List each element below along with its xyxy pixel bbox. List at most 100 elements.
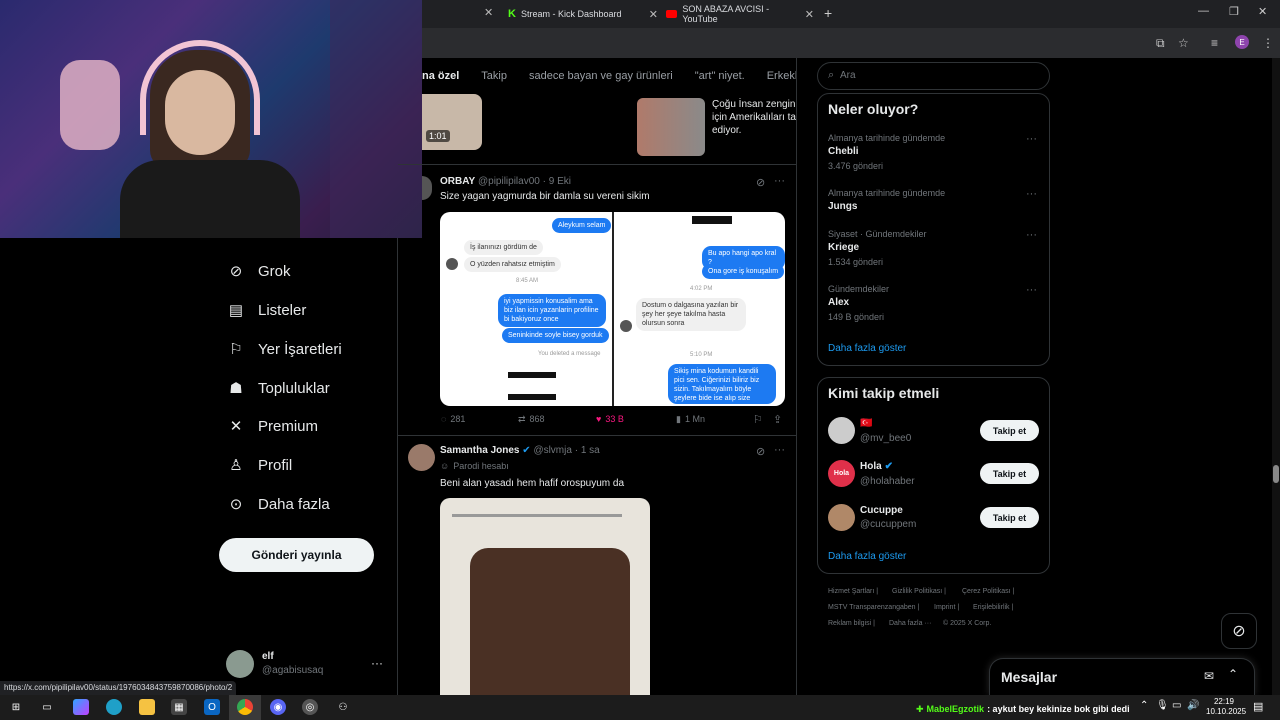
- more-icon[interactable]: ···: [774, 175, 785, 187]
- tab-takip[interactable]: Takip: [481, 70, 507, 82]
- discord-icon[interactable]: ◉: [270, 699, 286, 715]
- footer-link[interactable]: Çerez Politikası |: [962, 588, 1014, 595]
- star-icon[interactable]: ☆: [1178, 36, 1189, 50]
- reply-button[interactable]: ◌ 281: [441, 414, 465, 424]
- grok-icon[interactable]: ⊘: [756, 445, 765, 458]
- avatar[interactable]: [828, 504, 855, 531]
- task-view-icon[interactable]: ▭: [39, 699, 55, 715]
- tab-products[interactable]: sadece bayan ve gay ürünleri: [529, 70, 673, 82]
- tab-kick[interactable]: K Stream - Kick Dashboard ✕: [508, 2, 658, 26]
- avatar[interactable]: [828, 417, 855, 444]
- tab-youtube[interactable]: SON ABAZA AVCISI - YouTube ✕: [666, 2, 814, 26]
- sidebar-item-bookmarks[interactable]: ⚐ Yer İşaretleri: [228, 338, 341, 360]
- suggest-name-row[interactable]: Hola ✔: [860, 461, 893, 472]
- repost-button[interactable]: ⇄ 868: [518, 414, 545, 425]
- avatar[interactable]: Hola: [828, 460, 855, 487]
- messages-drawer[interactable]: Mesajlar ✉ ⌃: [989, 658, 1255, 695]
- scrollbar-thumb[interactable]: [1273, 465, 1279, 483]
- post-time[interactable]: · 9 Eki: [543, 176, 571, 187]
- sidebar-item-lists[interactable]: ▤ Listeler: [228, 299, 306, 321]
- clock[interactable]: 22:19 10.10.2025: [1206, 697, 1246, 717]
- outlook-icon[interactable]: O: [204, 699, 220, 715]
- copilot-icon[interactable]: [73, 699, 89, 715]
- post-author[interactable]: Samantha Jones: [440, 445, 519, 456]
- profile-avatar[interactable]: E: [1235, 35, 1249, 49]
- sidebar-item-communities[interactable]: ☗ Topluluklar: [228, 377, 329, 399]
- video-thumbnail[interactable]: 1:01: [422, 94, 482, 150]
- views-button[interactable]: ▮ 1 Mn: [676, 414, 705, 425]
- footer-link[interactable]: Hizmet Şartları |: [828, 588, 878, 595]
- trend-name[interactable]: Jungs: [828, 201, 857, 212]
- post-time[interactable]: · 1 sa: [575, 445, 600, 456]
- follow-button[interactable]: Takip et: [980, 507, 1039, 528]
- follow-button[interactable]: Takip et: [980, 420, 1039, 441]
- edge-icon[interactable]: [106, 699, 122, 715]
- show-more-link[interactable]: Daha fazla göster: [828, 551, 906, 562]
- tray-chevron-icon[interactable]: ⌃: [1140, 700, 1148, 711]
- like-button[interactable]: ♥ 33 B: [596, 414, 624, 424]
- footer-link[interactable]: MSTV Transparenzangaben |: [828, 604, 919, 611]
- post-button[interactable]: Gönderi yayınla: [219, 538, 374, 572]
- file-explorer-icon[interactable]: [139, 699, 155, 715]
- trend-more-icon[interactable]: ···: [1026, 229, 1037, 241]
- suggest-name[interactable]: 🇹🇷: [860, 418, 872, 429]
- footer-link[interactable]: Imprint |: [934, 604, 959, 611]
- tab-ozel[interactable]: na özel: [422, 70, 459, 82]
- trend-more-icon[interactable]: ···: [1026, 188, 1037, 200]
- tab-erkeklere[interactable]: Erkeklere: [767, 70, 796, 82]
- share-icon[interactable]: ⇪: [773, 413, 782, 426]
- account-menu-icon[interactable]: ···: [371, 656, 383, 670]
- close-tab-icon[interactable]: ✕: [805, 8, 814, 21]
- minimize-icon[interactable]: —: [1198, 5, 1209, 17]
- sidebar-item-profile[interactable]: ♙ Profil: [228, 454, 292, 476]
- grok-float-icon[interactable]: ⊘: [1221, 613, 1257, 649]
- post-handle[interactable]: @pipilipilav00: [478, 176, 540, 187]
- close-tab-icon[interactable]: ✕: [484, 6, 493, 19]
- footer-link[interactable]: Gizlilik Politikası |: [892, 588, 946, 595]
- volume-icon[interactable]: 🔊: [1187, 700, 1199, 711]
- footer-link[interactable]: Reklam bilgisi |: [828, 620, 875, 627]
- store-icon[interactable]: ▦: [171, 699, 187, 715]
- avatar[interactable]: [408, 444, 435, 471]
- obs-icon[interactable]: ◎: [302, 699, 318, 715]
- maximize-icon[interactable]: ❐: [1229, 5, 1239, 18]
- scrollbar[interactable]: [1272, 58, 1280, 695]
- footer-link[interactable]: Daha fazla ···: [889, 620, 931, 627]
- close-window-icon[interactable]: ✕: [1258, 5, 1267, 18]
- post-image[interactable]: Aleykum selam İş ilanınızı gördüm de O y…: [440, 212, 785, 406]
- trend-name[interactable]: Kriege: [828, 242, 859, 253]
- more-icon[interactable]: ···: [774, 444, 785, 456]
- suggest-name[interactable]: Cucuppe: [860, 505, 903, 516]
- network-icon[interactable]: ▭: [1172, 700, 1181, 711]
- install-icon[interactable]: ⧉: [1156, 36, 1165, 51]
- menu-icon[interactable]: ⋮: [1262, 36, 1274, 50]
- card-image[interactable]: [637, 98, 705, 156]
- post-image[interactable]: [440, 498, 650, 695]
- trend-more-icon[interactable]: ···: [1026, 284, 1037, 296]
- trend-name[interactable]: Chebli: [828, 146, 859, 157]
- bookmark-icon[interactable]: ⚐: [753, 413, 763, 426]
- sidebar-item-premium[interactable]: ✕ Premium: [228, 415, 318, 437]
- show-more-link[interactable]: Daha fazla göster: [828, 343, 906, 354]
- tab-art[interactable]: "art" niyet.: [695, 70, 745, 82]
- post-handle[interactable]: @slvmja: [533, 445, 572, 456]
- follow-button[interactable]: Takip et: [980, 463, 1039, 484]
- sidebar-item-more[interactable]: ⊙ Daha fazla: [228, 493, 330, 515]
- new-tab-icon[interactable]: +: [824, 5, 832, 21]
- windows-start-icon[interactable]: ⊞: [8, 699, 24, 715]
- grok-icon[interactable]: ⊘: [756, 176, 765, 189]
- close-tab-icon[interactable]: ✕: [649, 8, 658, 21]
- post-author[interactable]: ORBAY: [440, 176, 475, 187]
- trend-name[interactable]: Alex: [828, 297, 849, 308]
- chrome-icon[interactable]: [237, 699, 253, 715]
- microphone-icon[interactable]: 🎙: [1156, 700, 1169, 711]
- sidebar-item-grok[interactable]: ⊘ Grok: [228, 260, 291, 282]
- new-message-icon[interactable]: ✉: [1204, 669, 1214, 683]
- media-icon[interactable]: ≡: [1211, 36, 1218, 50]
- search-input[interactable]: ⌕ Ara: [817, 62, 1050, 90]
- notification-icon[interactable]: ▤: [1253, 700, 1263, 713]
- trend-more-icon[interactable]: ···: [1026, 133, 1037, 145]
- expand-icon[interactable]: ⌃: [1228, 667, 1238, 681]
- avatar[interactable]: [226, 650, 254, 678]
- app-icon[interactable]: ⚇: [335, 699, 351, 715]
